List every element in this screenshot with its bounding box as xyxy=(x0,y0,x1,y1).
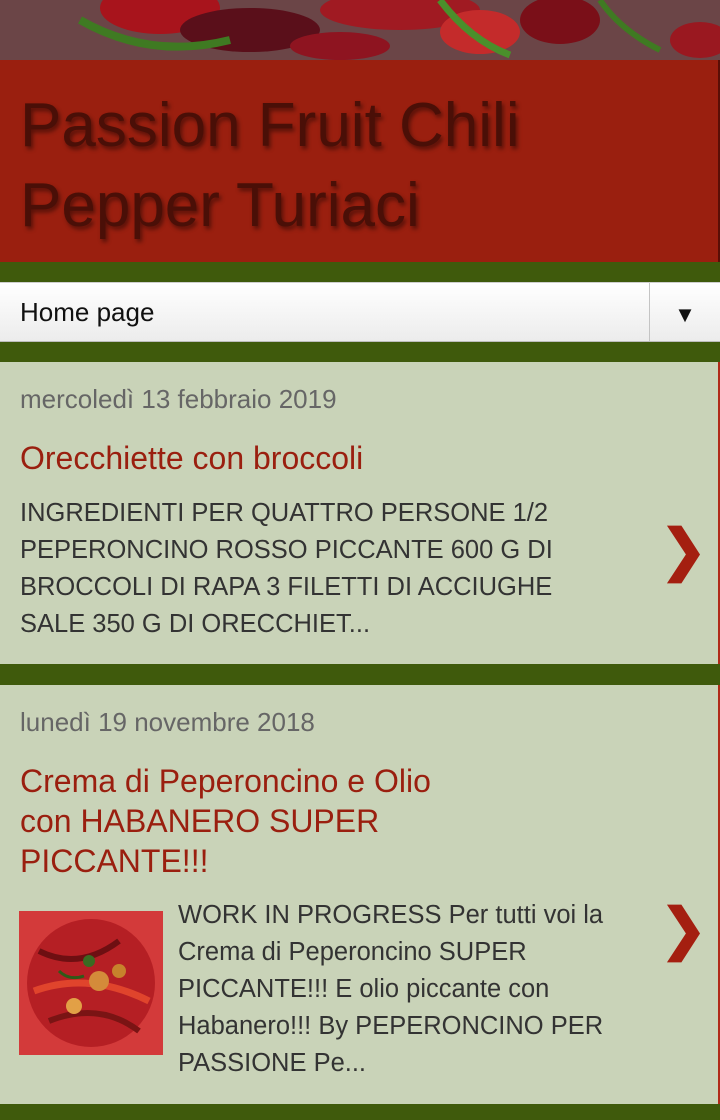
post-snippet: INGREDIENTI PER QUATTRO PERSONE 1/2 PEPE… xyxy=(20,499,553,638)
page-nav-dropdown[interactable]: Home page ▼ xyxy=(0,282,720,342)
chevron-right-icon[interactable]: ❯ xyxy=(660,899,707,959)
dropdown-arrow-icon[interactable]: ▼ xyxy=(650,283,720,341)
post-snippet: WORK IN PROGRESS Per tutti voi la Crema … xyxy=(178,901,604,1077)
header-banner-image xyxy=(0,0,720,60)
nav-label[interactable]: Home page xyxy=(20,297,154,328)
post-title[interactable]: Orecchiette con broccoli xyxy=(20,438,363,478)
post-card[interactable]: mercoledì 13 febbraio 2019 Orecchiette c… xyxy=(0,362,720,664)
chevron-right-icon[interactable]: ❯ xyxy=(660,520,707,580)
post-date: lunedì 19 novembre 2018 xyxy=(20,707,315,737)
post-date: mercoledì 13 febbraio 2019 xyxy=(20,384,337,414)
post-card[interactable]: lunedì 19 novembre 2018 Crema di Peperon… xyxy=(0,685,720,1104)
post-title[interactable]: Crema di Peperoncino e Olio con HABANERO… xyxy=(20,761,490,881)
site-header: Passion Fruit Chili Pepper Turiaci xyxy=(0,60,720,262)
post-thumbnail[interactable] xyxy=(19,911,163,1055)
site-title[interactable]: Passion Fruit Chili Pepper Turiaci xyxy=(20,86,700,246)
